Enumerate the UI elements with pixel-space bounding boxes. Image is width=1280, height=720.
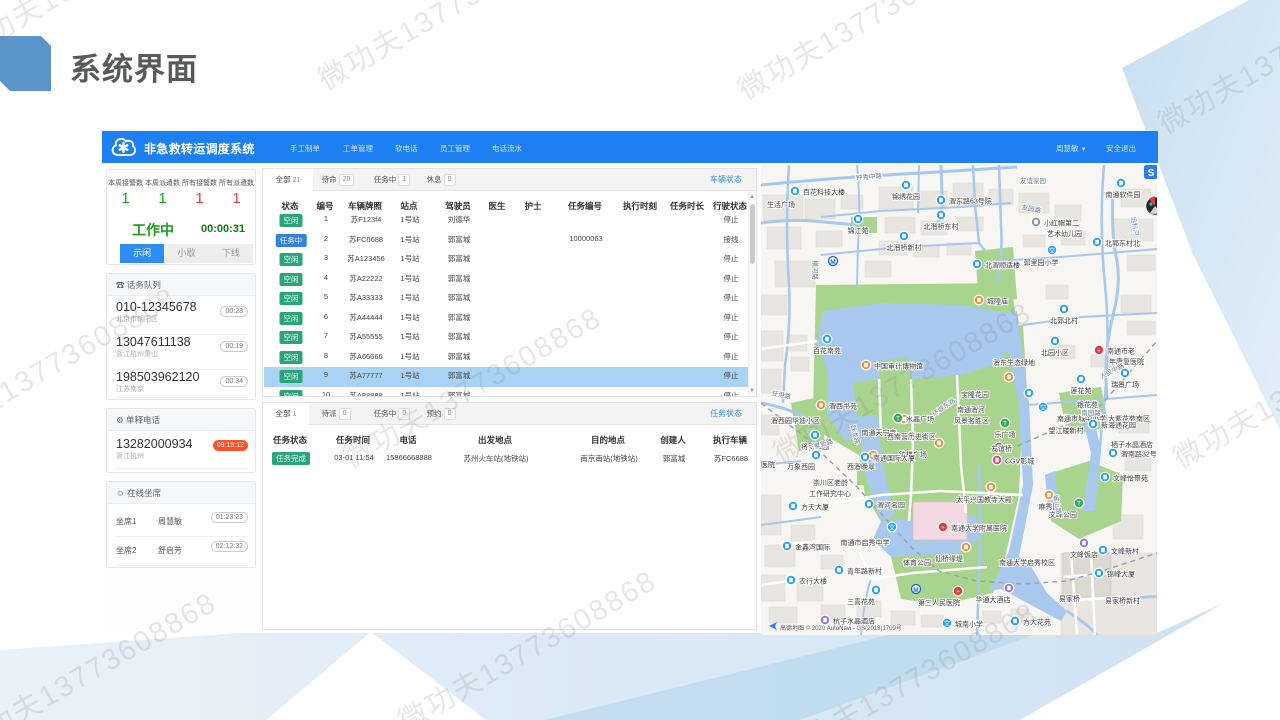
svg-text:中国审计博物馆: 中国审计博物馆 [874,362,923,371]
svg-text:小红帽第二: 小红帽第二 [1044,219,1079,228]
svg-text:杭子水晶酒店: 杭子水晶酒店 [833,617,875,626]
svg-text:友谊家园: 友谊家园 [1020,176,1046,185]
svg-text:潪河名园: 潪河名园 [877,501,905,510]
svg-text:易家桥: 易家桥 [1059,594,1080,603]
svg-text:北潪桥新村: 北潪桥新村 [887,243,922,252]
svg-text:太平兴国教寺大殿: 太平兴国教寺大殿 [956,495,1012,504]
svg-text:生活广场: 生活广场 [767,200,795,209]
svg-text:风景名胜区: 风景名胜区 [954,416,989,425]
svg-text:百花南苑: 百花南苑 [813,346,841,355]
svg-text:西南营历史街区: 西南营历史街区 [887,432,936,441]
svg-text:西潪晚翠: 西潪晚翠 [847,462,875,471]
svg-text:城南小学: 城南小学 [955,620,983,629]
svg-text:仙桥缘堤: 仙桥缘堤 [935,554,963,563]
svg-text:北潪桥东村: 北潪桥东村 [924,222,959,231]
svg-text:潪西园华迪小区: 潪西园华迪小区 [771,416,820,425]
svg-text:北郭北村: 北郭北村 [1050,316,1078,325]
svg-text:北园小区: 北园小区 [1041,348,1069,357]
svg-text:锦峰大厦: 锦峰大厦 [1107,570,1135,579]
svg-text:工作研究中心: 工作研究中心 [809,489,851,498]
svg-text:方大花苑: 方大花苑 [1023,618,1051,627]
svg-text:易家桥新村: 易家桥新村 [1105,596,1140,605]
svg-text:潪西书苑: 潪西书苑 [829,402,857,411]
svg-text:交: 交 [1049,246,1056,255]
svg-text:文峰怡景苑: 文峰怡景苑 [1113,474,1148,483]
svg-text:医院: 医院 [761,460,775,469]
svg-text:潪南路32号小区: 潪南路32号小区 [1121,450,1157,459]
svg-text:望江楼新村: 望江楼新村 [1049,426,1084,435]
svg-text:北潪顺适楼: 北潪顺适楼 [985,261,1020,270]
svg-text:乐广场: 乐广场 [995,430,1016,439]
svg-text:+: + [941,525,945,532]
svg-text:锦绣花园: 锦绣花园 [892,192,920,201]
svg-text:高德地图 © 2020 AutoNavi - GS(2018: 高德地图 © 2020 AutoNavi - GS(2018)1709号 [780,624,902,632]
svg-text:T: T [1003,421,1007,428]
svg-text:CGV影城: CGV影城 [1005,457,1034,466]
svg-text:华通大酒店: 华通大酒店 [976,595,1011,604]
svg-text:潪东路63号院: 潪东路63号院 [949,197,992,206]
svg-text:金鑫湾国际: 金鑫湾国际 [795,543,830,552]
svg-text:横河路: 横河路 [811,260,820,280]
svg-text:文峰公园: 文峰公园 [1049,510,1077,519]
svg-text:体育公园: 体育公园 [903,558,931,567]
svg-text:南通国际大厦: 南通国际大厦 [873,454,915,463]
svg-text:T: T [1077,501,1081,508]
svg-text:宝隆花园: 宝隆花园 [961,390,989,399]
svg-text:瑞景广场: 瑞景广场 [1111,380,1139,389]
svg-text:南园路: 南园路 [1081,408,1101,417]
svg-text:艺术幼儿园: 艺术幼儿园 [1047,229,1082,238]
svg-text:农行大楼: 农行大楼 [799,577,827,586]
svg-text:T: T [896,416,900,423]
svg-text:M: M [830,259,835,266]
svg-text:第三人民医院: 第三人民医院 [918,598,960,607]
svg-text:万象西园: 万象西园 [787,462,815,471]
svg-text:南通软件园: 南通软件园 [1106,190,1141,199]
svg-text:莲花苑: 莲花苑 [1071,386,1092,395]
svg-text:银花苑: 银花苑 [1077,400,1098,409]
svg-text:潪东生态绿地: 潪东生态绿地 [993,358,1035,367]
svg-text:S: S [1148,168,1155,179]
svg-text:文: 文 [889,523,896,532]
svg-text:北郭东村北: 北郭东村北 [1105,239,1140,248]
svg-text:南通潪河: 南通潪河 [957,405,985,414]
svg-text:锦江苑: 锦江苑 [848,226,869,235]
svg-text:+: + [956,589,960,596]
svg-text:文峰新村: 文峰新村 [1111,547,1139,556]
svg-text:百花科技大楼: 百花科技大楼 [803,188,845,197]
svg-text:南通市启秀中学: 南通市启秀中学 [841,538,890,547]
svg-text:友谊桥: 友谊桥 [991,444,1012,453]
svg-text:新海通花园: 新海通花园 [1101,421,1136,430]
svg-text:交: 交 [1040,403,1047,412]
svg-text:文峰饭店: 文峰饭店 [1070,550,1098,559]
svg-text:南通大学附属医院: 南通大学附属医院 [951,524,1007,533]
svg-text:方天大厦: 方天大厦 [801,503,829,512]
svg-text:三喜花苑: 三喜花苑 [847,597,875,606]
svg-text:年康复医院: 年康复医院 [1109,357,1144,366]
svg-text:南通市老: 南通市老 [1107,347,1135,356]
svg-text:青年路新村: 青年路新村 [847,567,882,576]
svg-text:文: 文 [944,619,951,628]
svg-text:水晶广场: 水晶广场 [906,415,934,424]
svg-text:南通大学启秀校区: 南通大学启秀校区 [999,558,1055,567]
svg-text:郭里园小学: 郭里园小学 [1024,258,1059,267]
svg-text:M: M [913,587,918,594]
svg-text:+: + [1097,348,1101,355]
svg-text:城隍庙: 城隍庙 [987,297,1008,306]
svg-text:栖子水晶酒店: 栖子水晶酒店 [1111,440,1153,449]
svg-text:崇川区老龄: 崇川区老龄 [813,478,848,487]
